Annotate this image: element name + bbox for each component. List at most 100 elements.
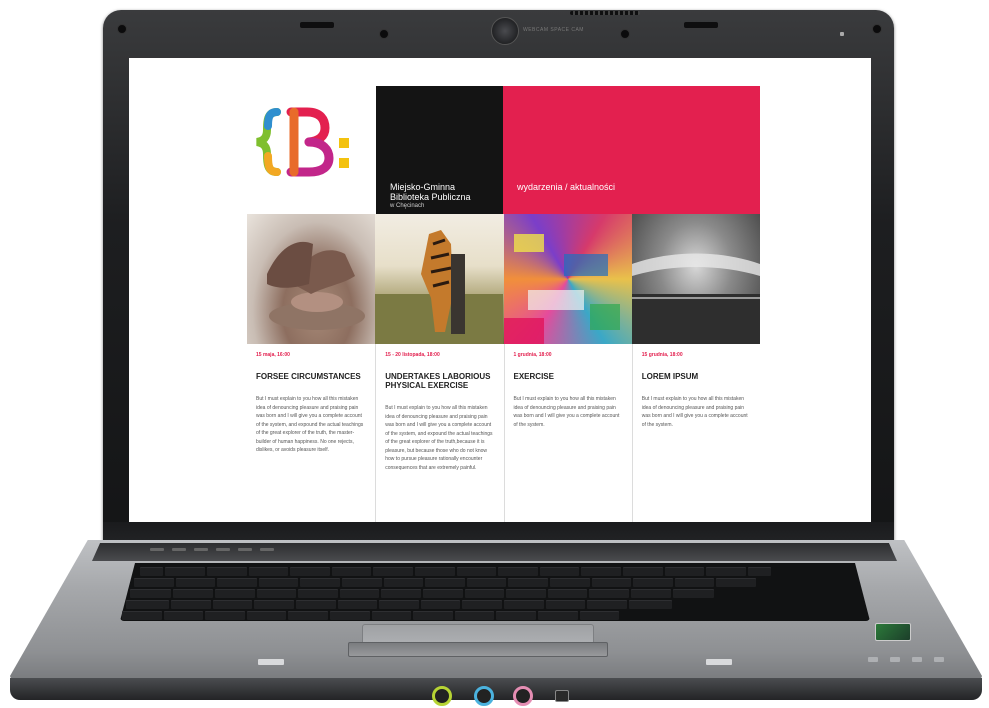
event-image-pottery[interactable] — [247, 214, 376, 344]
keyboard-key[interactable] — [630, 589, 671, 598]
keyboard-key[interactable] — [498, 567, 538, 576]
keyboard-key[interactable] — [422, 589, 463, 598]
keyboard-key[interactable] — [674, 578, 715, 587]
org-panel[interactable]: Miejsko-Gminna Biblioteka Publiczna w Ch… — [376, 86, 503, 214]
keyboard-key[interactable] — [140, 567, 164, 576]
keyboard-key[interactable] — [337, 600, 378, 609]
keyboard-key[interactable] — [130, 589, 172, 598]
event-image-abstract[interactable] — [503, 214, 632, 344]
keyboard-key[interactable] — [454, 611, 495, 620]
hinge-strip — [92, 543, 897, 561]
keyboard-key[interactable] — [420, 600, 461, 609]
keyboard-key[interactable] — [175, 578, 216, 587]
library-logo[interactable] — [247, 78, 365, 198]
keyboard-key[interactable] — [214, 589, 255, 598]
news-nav-link[interactable]: wydarzenia / aktualności — [517, 182, 615, 192]
keyboard-key[interactable] — [381, 589, 421, 598]
media-key[interactable] — [238, 548, 252, 551]
keyboard-key[interactable] — [373, 567, 413, 576]
event-title[interactable]: UNDERTAKES LABORIOUS PHYSICAL EXERCISE — [385, 372, 495, 390]
keyboard-key[interactable] — [633, 578, 673, 587]
keyboard-key[interactable] — [537, 611, 578, 620]
keyboard-key[interactable] — [300, 578, 340, 587]
keyboard-key[interactable] — [462, 600, 502, 609]
keyboard-key[interactable] — [672, 589, 714, 598]
keyboard-key[interactable] — [256, 589, 297, 598]
keyboard-key[interactable] — [212, 600, 253, 609]
keyboard-key[interactable] — [371, 611, 412, 620]
keyboard-key[interactable] — [258, 578, 299, 587]
keyboard-key[interactable] — [379, 600, 419, 609]
keyboard-key[interactable] — [539, 567, 580, 576]
keyboard-key[interactable] — [628, 600, 672, 609]
event-title[interactable]: EXERCISE — [514, 372, 624, 381]
keyboard-key[interactable] — [122, 611, 162, 620]
keyboard-key[interactable] — [288, 611, 328, 620]
event-title[interactable]: LOREM IPSUM — [642, 372, 752, 381]
keyboard-key[interactable] — [126, 600, 170, 609]
keyboard-key[interactable] — [622, 567, 663, 576]
keyboard-key[interactable] — [134, 578, 174, 587]
keyboard-key[interactable] — [466, 578, 507, 587]
keyboard-key[interactable] — [591, 578, 632, 587]
keyboard-key[interactable] — [205, 611, 245, 620]
keyboard-key[interactable] — [171, 600, 211, 609]
media-key[interactable] — [216, 548, 230, 551]
keyboard-key[interactable] — [339, 589, 380, 598]
event-title[interactable]: FORSEE CIRCUMSTANCES — [256, 372, 367, 381]
keyboard-key[interactable] — [664, 567, 705, 576]
org-name-line2: Biblioteka Publiczna — [390, 192, 471, 202]
keyboard-key[interactable] — [206, 567, 247, 576]
keyboard-key[interactable] — [290, 567, 330, 576]
news-nav-panel[interactable]: wydarzenia / aktualności — [503, 86, 760, 214]
event-card[interactable]: 15 maja, 16:00 FORSEE CIRCUMSTANCES But … — [247, 344, 375, 522]
keyboard-key[interactable] — [248, 567, 289, 576]
keyboard-key[interactable] — [173, 589, 213, 598]
keyboard-key[interactable] — [163, 611, 204, 620]
keyboard-key[interactable] — [329, 611, 370, 620]
media-key[interactable] — [194, 548, 208, 551]
keyboard-key[interactable] — [298, 589, 338, 598]
keyboard-key[interactable] — [425, 578, 465, 587]
keyboard-key[interactable] — [341, 578, 382, 587]
keyboard-key[interactable] — [496, 611, 536, 620]
keyboard-key[interactable] — [165, 567, 205, 576]
keyboard-key[interactable] — [549, 578, 590, 587]
keyboard-key[interactable] — [747, 567, 772, 576]
event-image-tiger[interactable] — [375, 214, 504, 344]
keyboard-key[interactable] — [579, 611, 620, 620]
keyboard-row — [122, 611, 620, 620]
bezel-screw — [872, 24, 882, 34]
keyboard-key[interactable] — [254, 600, 294, 609]
event-card[interactable]: 1 grudnia, 18:00 EXERCISE But I must exp… — [503, 344, 632, 522]
keyboard-key[interactable] — [464, 589, 505, 598]
keyboard-key[interactable] — [547, 589, 588, 598]
media-key[interactable] — [260, 548, 274, 551]
org-name: Miejsko-Gminna Biblioteka Publiczna w Ch… — [390, 182, 471, 210]
keyboard-key[interactable] — [413, 611, 453, 620]
keyboard-key[interactable] — [503, 600, 544, 609]
media-key[interactable] — [172, 548, 186, 551]
event-card[interactable]: 15 grudnia, 18:00 LOREM IPSUM But I must… — [631, 344, 760, 522]
keyboard-key[interactable] — [331, 567, 372, 576]
keyboard-key[interactable] — [589, 589, 629, 598]
keyboard-key[interactable] — [217, 578, 257, 587]
keyboard-key[interactable] — [506, 589, 546, 598]
keyboard-key[interactable] — [581, 567, 621, 576]
keyboard-key[interactable] — [706, 567, 746, 576]
keyboard-key[interactable] — [246, 611, 287, 620]
media-key[interactable] — [150, 548, 164, 551]
keyboard-key[interactable] — [716, 578, 756, 587]
event-card[interactable]: 15 - 20 listopada, 18:00 UNDERTAKES LABO… — [375, 344, 503, 522]
keyboard-key[interactable] — [508, 578, 548, 587]
keyboard-key[interactable] — [545, 600, 586, 609]
keyboard-key[interactable] — [587, 600, 627, 609]
keyboard-key[interactable] — [414, 567, 455, 576]
keyboard-key[interactable] — [383, 578, 424, 587]
hinge-cap — [706, 659, 732, 665]
keyboard-key[interactable] — [295, 600, 336, 609]
keyboard-key[interactable] — [456, 567, 497, 576]
event-image-stadium[interactable] — [631, 214, 760, 344]
status-leds — [868, 657, 944, 662]
touchpad-buttons[interactable] — [348, 642, 608, 657]
